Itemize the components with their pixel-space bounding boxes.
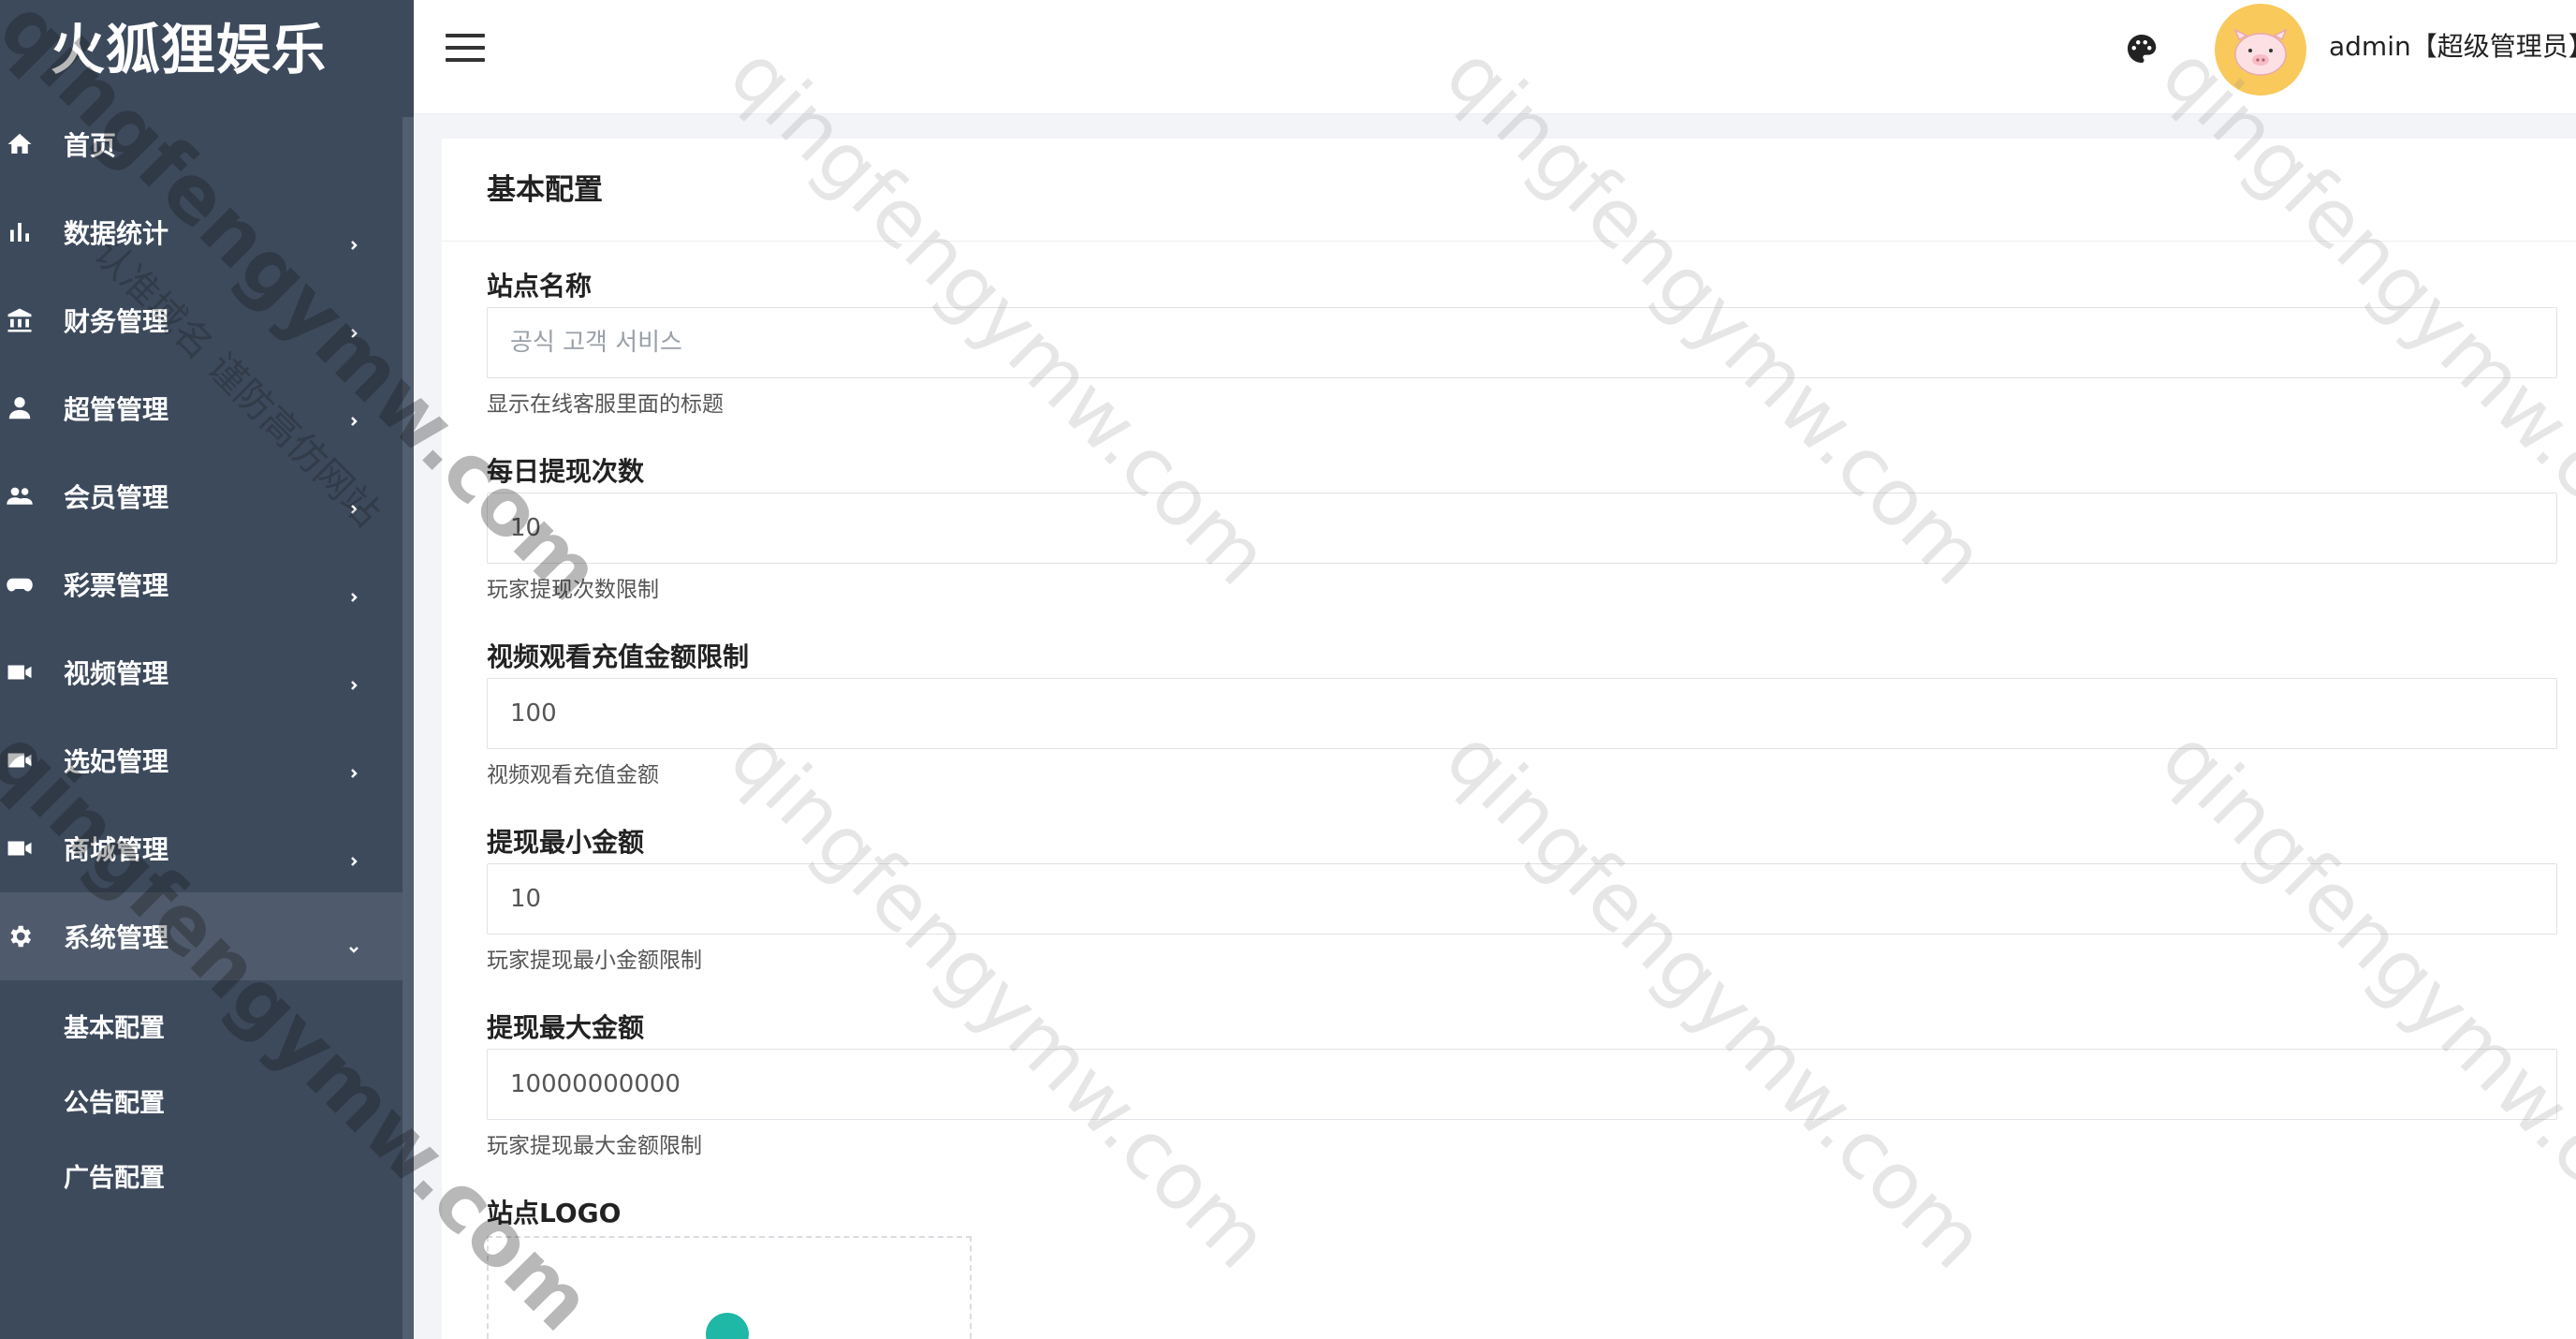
max-withdraw-input[interactable] [487, 1049, 2557, 1120]
app-root: 火狐狸娱乐 首页 数据统计 财务管理 超管管理 会员管理 彩票管理 视频管理 选… [0, 0, 2576, 1339]
field-label: 提现最大金额 [487, 1012, 645, 1043]
sidebar-item-label: 首页 [64, 130, 117, 161]
upload-plus-icon[interactable] [706, 1313, 749, 1339]
sidebar-item-label: 数据统计 [64, 218, 169, 249]
sidebar-item-finance[interactable]: 财务管理 [0, 276, 414, 364]
sidebar-item-home[interactable]: 首页 [0, 100, 414, 188]
sidebar-item-label: 彩票管理 [64, 570, 169, 601]
daily-withdraw-count-input[interactable] [487, 493, 2557, 564]
sidebar-item-label: 选妃管理 [64, 746, 169, 777]
field-help: 显示在线客服里面的标题 [487, 392, 724, 417]
sidebar-item-label: 商城管理 [64, 834, 169, 865]
users-icon [6, 482, 34, 510]
top-header: admin【超级管理员】 [414, 0, 2576, 114]
submenu-item-ad-config[interactable]: 广告配置 [0, 1141, 414, 1216]
video-icon [6, 834, 34, 862]
field-help: 玩家提现次数限制 [487, 578, 659, 602]
pig-avatar[interactable] [2215, 4, 2306, 96]
chevron-right-icon [348, 755, 359, 778]
submenu-item-notice-config[interactable]: 公告配置 [0, 1067, 414, 1141]
basic-config-card: 基本配置 站点名称 显示在线客服里面的标题 每日提现次数 玩家提现次数限制 视频… [442, 139, 2576, 1339]
sidebar-item-label: 会员管理 [64, 482, 169, 513]
chevron-right-icon [348, 843, 359, 866]
field-help: 玩家提现最大金额限制 [487, 1134, 702, 1158]
config-form: 站点名称 显示在线客服里面的标题 每日提现次数 玩家提现次数限制 视频观看充值金… [442, 242, 2576, 1339]
sidebar-item-label: 视频管理 [64, 658, 169, 689]
sidebar-item-super-admin[interactable]: 超管管理 [0, 364, 414, 452]
hamburger-menu-icon[interactable] [446, 34, 485, 66]
logo-upload-area[interactable] [487, 1236, 972, 1339]
field-label: 每日提现次数 [487, 456, 645, 487]
user-name[interactable]: admin【超级管理员】 [2329, 0, 2576, 94]
video-icon [6, 658, 34, 686]
chevron-right-icon [348, 403, 359, 426]
field-help: 视频观看充值金额 [487, 763, 659, 787]
field-label: 站点名称 [487, 271, 593, 302]
chevron-right-icon [348, 491, 359, 514]
home-icon [6, 130, 34, 158]
field-max-withdraw: 提现最大金额 玩家提现最大金额限制 [487, 1008, 2576, 1172]
sidebar-item-label: 系统管理 [64, 922, 169, 953]
chevron-right-icon [348, 315, 359, 338]
sidebar-item-data-stats[interactable]: 数据统计 [0, 188, 414, 276]
field-video-recharge-limit: 视频观看充值金额限制 视频观看充值金额 [487, 637, 2576, 802]
sidebar-item-concubine[interactable]: 选妃管理 [0, 716, 414, 804]
gamepad-icon [6, 570, 34, 598]
system-submenu: 基本配置 公告配置 广告配置 [0, 992, 414, 1216]
bar-chart-icon [6, 218, 34, 246]
submenu-item-basic-config[interactable]: 基本配置 [0, 992, 414, 1067]
video-recharge-limit-input[interactable] [487, 678, 2557, 749]
field-help: 玩家提现最小金额限制 [487, 949, 702, 973]
field-label: 提现最小金额 [487, 827, 645, 858]
sidebar-item-label: 财务管理 [64, 306, 169, 337]
video-icon [6, 746, 34, 774]
field-label: 视频观看充值金额限制 [487, 641, 750, 672]
sidebar-scrollbar[interactable] [402, 117, 414, 1339]
sidebar-item-video[interactable]: 视频管理 [0, 628, 414, 716]
gear-icon [6, 922, 34, 950]
field-site-name: 站点名称 显示在线客服里面的标题 [487, 266, 2576, 431]
palette-icon[interactable] [2125, 32, 2159, 66]
sidebar: 火狐狸娱乐 首页 数据统计 财务管理 超管管理 会员管理 彩票管理 视频管理 选… [0, 0, 414, 1339]
app-logo-title: 火狐狸娱乐 [51, 18, 328, 81]
sidebar-item-label: 超管管理 [64, 394, 169, 425]
site-name-input[interactable] [487, 307, 2557, 378]
sidebar-item-mall[interactable]: 商城管理 [0, 804, 414, 892]
bank-icon [6, 306, 34, 334]
field-daily-withdraw-count: 每日提现次数 玩家提现次数限制 [487, 451, 2576, 616]
sidebar-item-members[interactable]: 会员管理 [0, 452, 414, 540]
chevron-right-icon [348, 227, 359, 250]
chevron-down-icon [348, 931, 359, 953]
page-title: 基本配置 [442, 139, 2576, 242]
sidebar-menu: 首页 数据统计 财务管理 超管管理 会员管理 彩票管理 视频管理 选妃管理 商城… [0, 100, 414, 980]
user-icon [6, 394, 34, 422]
sidebar-item-system[interactable]: 系统管理 [0, 892, 414, 980]
field-site-logo: 站点LOGO [487, 1193, 2576, 1339]
chevron-right-icon [348, 579, 359, 602]
sidebar-item-lottery[interactable]: 彩票管理 [0, 540, 414, 628]
min-withdraw-input[interactable] [487, 863, 2557, 934]
chevron-right-icon [348, 667, 359, 690]
field-label: 站点LOGO [487, 1198, 622, 1229]
field-min-withdraw: 提现最小金额 玩家提现最小金额限制 [487, 822, 2576, 987]
